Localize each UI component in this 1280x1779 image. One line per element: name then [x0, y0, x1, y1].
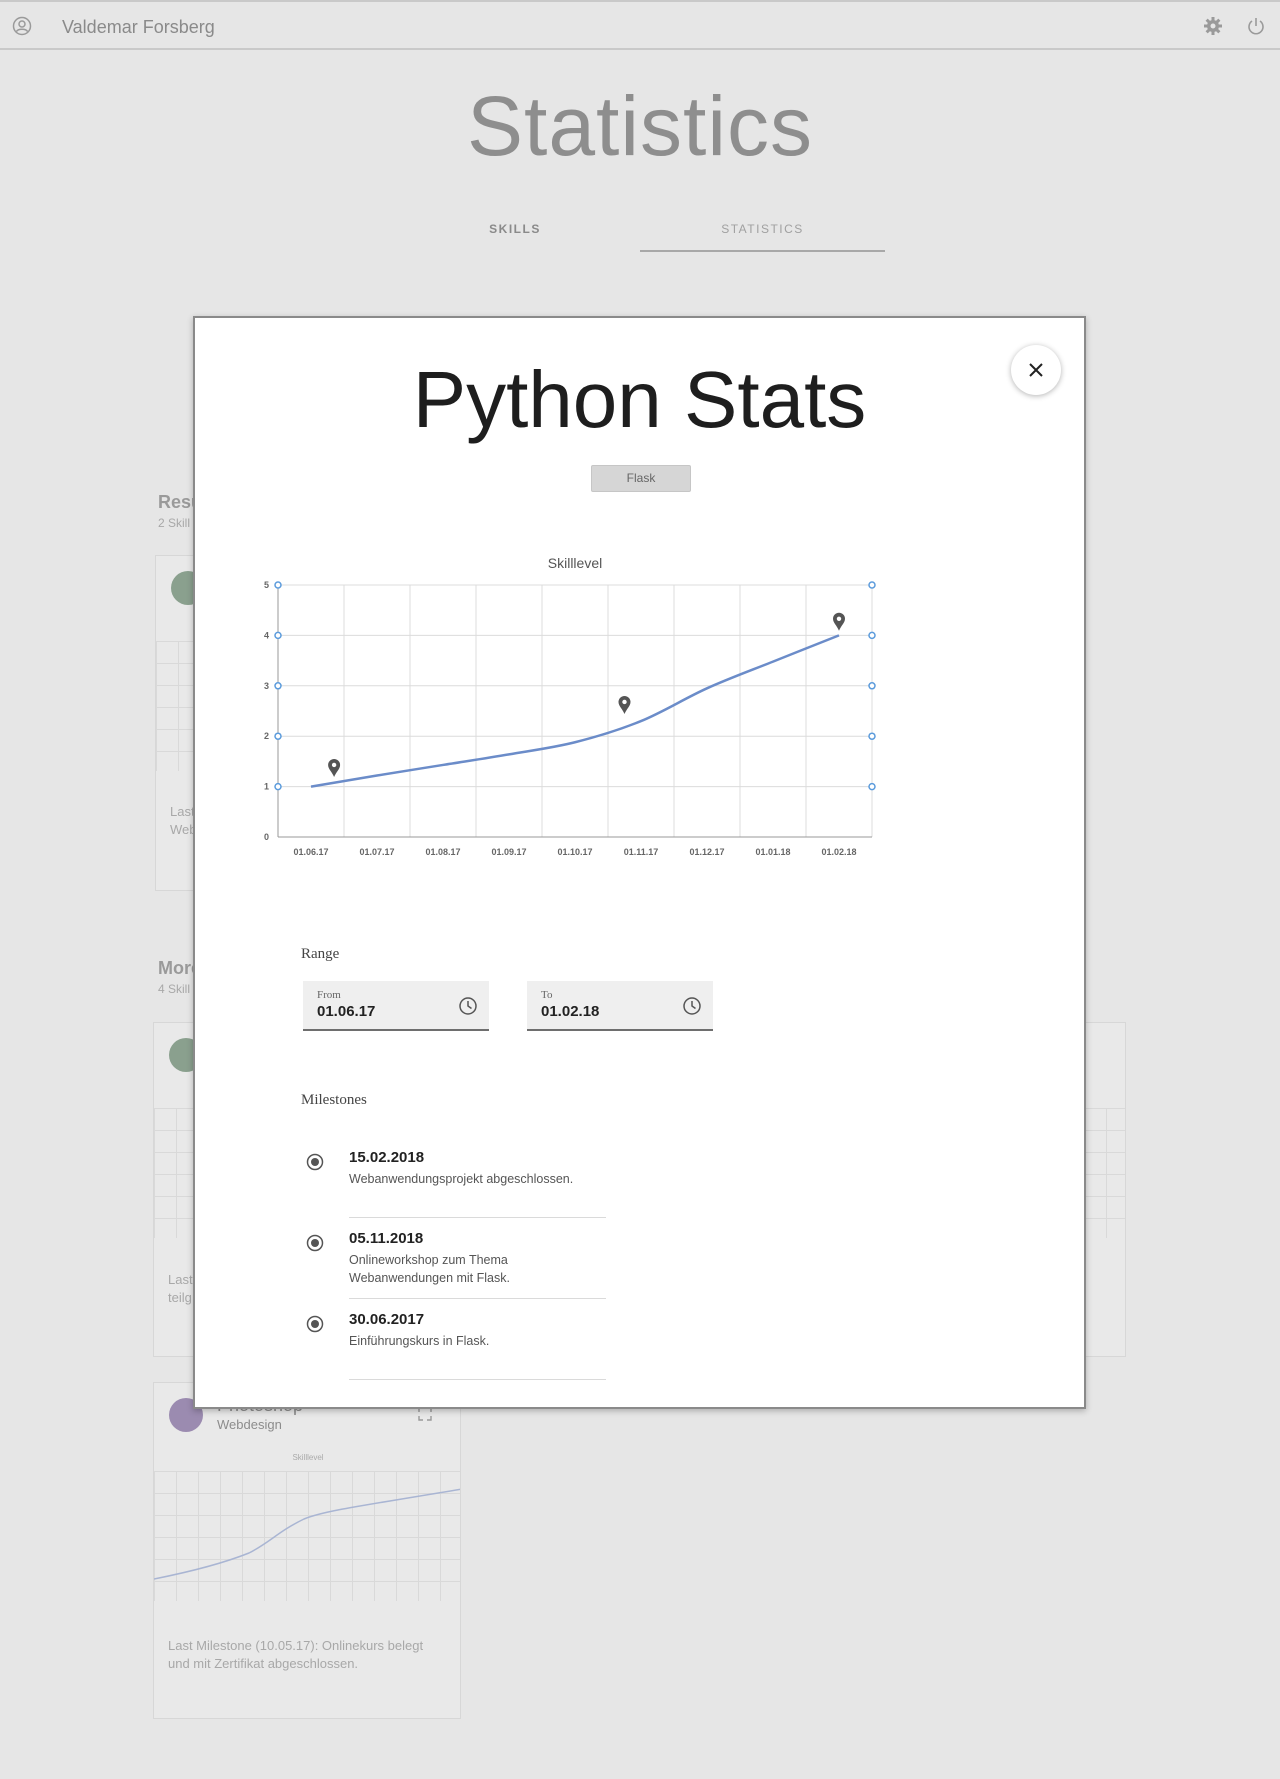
milestones-label: Milestones [301, 1092, 367, 1108]
resize-handle [274, 682, 282, 690]
skill-chart-svg: Skilllevel 0 1 2 3 4 5 01.06.17 01.07.17 01.08.17… [264, 555, 876, 857]
section-count: 2 Skill [158, 516, 191, 530]
resize-handle [274, 782, 282, 791]
milestone-pin-dot [836, 616, 842, 621]
milestone-pin-icon [618, 695, 631, 714]
card-milestone: Last Milestone (10.05.17): Onlinekurs be… [168, 1638, 424, 1671]
skill-card[interactable] [1084, 1022, 1126, 1357]
resize-handle [274, 581, 282, 589]
card-subtitle: Webdesign [217, 1417, 282, 1432]
resize-handle [868, 581, 876, 589]
y-tick-label: 1 [264, 782, 269, 792]
skill-chart: Skilllevel 0 1 2 3 4 5 01.06.17 01.07.17 01.08.17… [255, 539, 975, 879]
y-tick-label: 0 [264, 832, 269, 842]
milestone-date: 15.02.2018 [349, 1149, 425, 1166]
chart-title: Skilllevel [548, 555, 602, 571]
resize-handle [868, 682, 876, 690]
milestone-pin-icon [328, 758, 341, 777]
radio-checked-icon[interactable] [306, 1315, 324, 1333]
power-icon[interactable] [1246, 16, 1266, 36]
from-date-input[interactable] [317, 1003, 437, 1020]
radio-checked-icon[interactable] [306, 1153, 324, 1171]
resize-handle [868, 631, 876, 640]
milestone-description: Webanwendungsprojekt abgeschlossen. [349, 1172, 574, 1186]
divider [349, 1379, 606, 1380]
x-tick-label: 01.02.18 [821, 847, 856, 857]
from-date-field[interactable]: From [303, 981, 489, 1031]
y-tick-label: 4 [264, 630, 269, 640]
resize-handle [868, 732, 876, 740]
milestone-date: 30.06.2017 [349, 1311, 425, 1328]
resize-handle [274, 631, 282, 640]
milestone-pin-dot [622, 699, 627, 705]
section-count: 4 Skill [158, 982, 191, 996]
to-date-input[interactable] [541, 1003, 661, 1020]
x-tick-label: 01.12.17 [689, 847, 724, 857]
milestone-description: Einführungskurs in Flask. [349, 1334, 490, 1348]
x-tick-label: 01.10.17 [557, 847, 592, 857]
skill-card-photoshop[interactable]: Photoshop Webdesign Skilllevel Last Mile… [153, 1382, 461, 1719]
x-tick-label: 01.01.18 [755, 847, 790, 857]
top-bar: Valdemar Forsberg [0, 0, 1280, 50]
milestone-item[interactable]: 15.02.2018 Webanwendungsprojekt abgeschl… [301, 1143, 621, 1223]
tab-statistics[interactable]: STATISTICS [640, 222, 885, 252]
series-line [310, 634, 840, 788]
from-label: From [317, 989, 341, 1001]
to-label: To [541, 989, 553, 1001]
to-date-field[interactable]: To [527, 981, 713, 1031]
milestone-date: 05.11.2018 [349, 1230, 424, 1247]
card-chart-line [154, 1488, 460, 1580]
divider [349, 1298, 606, 1299]
y-tick-label: 2 [264, 731, 269, 741]
card-milestone: Last teilg [168, 1272, 193, 1305]
card-chart-title: Skilllevel [292, 1453, 324, 1462]
x-tick-label: 01.08.17 [425, 847, 460, 857]
resize-handle [274, 732, 282, 740]
divider [349, 1217, 606, 1218]
y-tick-label: 3 [264, 681, 269, 691]
range-label: Range [301, 946, 340, 962]
expand-icon[interactable] [418, 1407, 432, 1421]
radio-checked-icon[interactable] [306, 1234, 324, 1252]
modal-title: Python Stats [412, 355, 867, 444]
x-tick-label: 01.06.17 [293, 847, 328, 857]
milestone-description: Onlineworkshop zum Thema Webanwendungen … [349, 1253, 510, 1285]
stats-modal: Python Stats Flask Skilllevel 0 1 2 3 4 5 01.06… [193, 316, 1086, 1409]
clock-icon[interactable] [682, 996, 702, 1016]
user-name: Valdemar Forsberg [62, 17, 215, 37]
tab-skills[interactable]: SKILLS [420, 222, 610, 236]
gear-icon[interactable] [1203, 16, 1223, 36]
x-tick-label: 01.07.17 [359, 847, 394, 857]
milestone-pin-icon [833, 612, 845, 631]
milestone-item[interactable]: 05.11.2018 Onlineworkshop zum Thema Weba… [301, 1224, 621, 1304]
clock-icon[interactable] [458, 996, 478, 1016]
card-chart-grid [1084, 1108, 1125, 1238]
x-tick-label: 01.11.17 [624, 847, 659, 857]
milestone-item[interactable]: 30.06.2017 Einführungskurs in Flask. [301, 1305, 621, 1385]
page-title: Statistics [466, 79, 814, 173]
user-account-icon[interactable] [12, 16, 32, 36]
skill-tag[interactable]: Flask [591, 465, 691, 492]
x-tick-label: 01.09.17 [491, 847, 526, 857]
tab-bar: SKILLS STATISTICS [420, 212, 890, 252]
resize-handle [868, 782, 876, 791]
milestone-pin-dot [331, 762, 337, 768]
y-tick-label: 5 [264, 580, 269, 590]
